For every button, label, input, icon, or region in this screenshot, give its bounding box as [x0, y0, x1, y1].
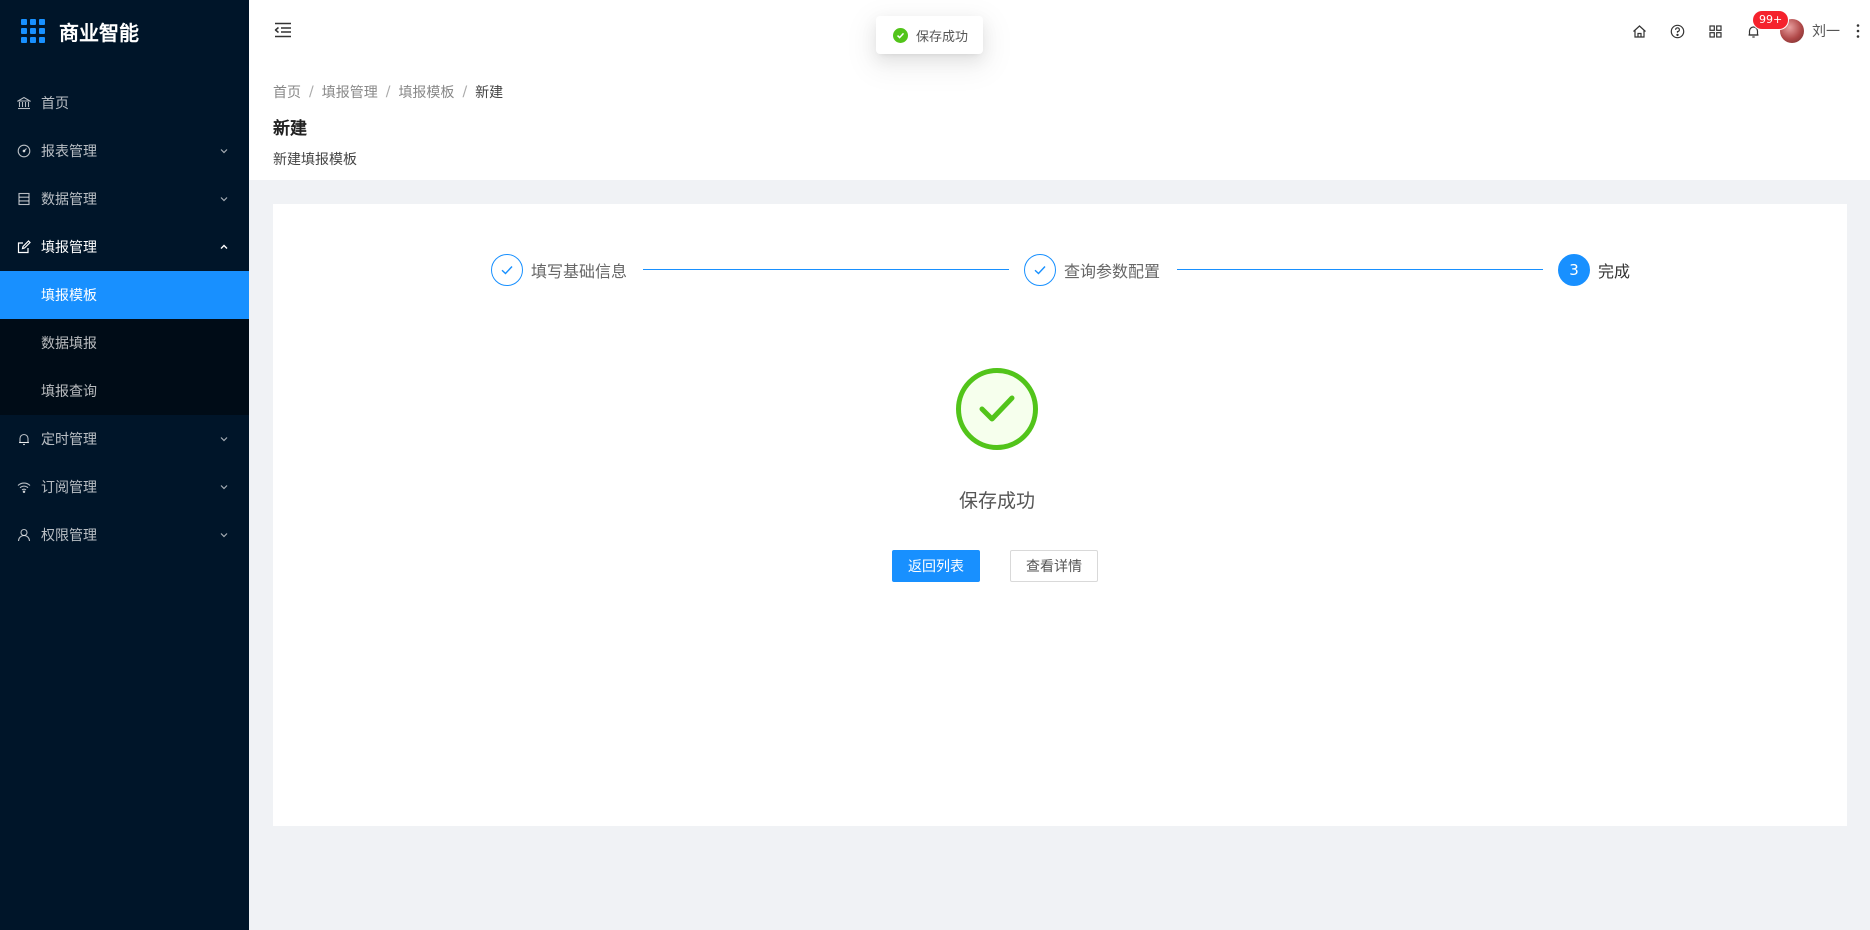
sidebar-item-label: 填报管理 [41, 240, 97, 256]
breadcrumb-separator: / [462, 84, 468, 100]
dashboard-icon [17, 144, 31, 158]
header-actions: 99+ 刘一 [1620, 0, 1870, 62]
sidebar-item-label: 填报模板 [41, 288, 97, 304]
notification-badge: 99+ [1753, 11, 1789, 29]
help-icon[interactable] [1658, 0, 1696, 62]
step-title: 查询参数配置 [1064, 262, 1161, 281]
view-details-button[interactable]: 查看详情 [1010, 550, 1098, 582]
form-edit-icon [17, 240, 31, 254]
chevron-up-icon [219, 242, 229, 252]
sidebar: 商业智能 首页 报表管理 数据管理 填报管理 填报模板 数据填报 填报查询 定时… [0, 0, 249, 930]
check-icon [491, 254, 523, 286]
breadcrumb-current: 新建 [475, 85, 504, 101]
user-icon [17, 528, 31, 542]
breadcrumb-item[interactable]: 填报管理 [322, 82, 378, 102]
logo[interactable]: 商业智能 [0, 0, 249, 62]
check-circle-icon [893, 27, 908, 43]
sidebar-item-fill-template[interactable]: 填报模板 [0, 271, 249, 319]
result-card: 填写基础信息 查询参数配置 3 完成 保存成功 返回列表 查看详情 [273, 204, 1847, 826]
wifi-icon [17, 480, 31, 494]
result-title: 保存成功 [958, 490, 1035, 512]
breadcrumb-item[interactable]: 首页 [273, 82, 301, 102]
breadcrumb: 首页 / 填报管理 / 填报模板 / 新建 [273, 82, 1870, 102]
sidebar-item-label: 数据管理 [41, 192, 97, 208]
step-3: 3 完成 [1558, 253, 1630, 287]
user-name: 刘一 [1812, 24, 1840, 40]
apps-icon[interactable] [1696, 0, 1734, 62]
step-number: 3 [1558, 254, 1590, 286]
database-icon [17, 192, 31, 206]
step-title: 完成 [1598, 262, 1631, 281]
toast-message: 保存成功 [916, 29, 969, 45]
home-icon[interactable] [1620, 0, 1658, 62]
sidebar-item-label: 数据填报 [41, 336, 97, 352]
top-header: 99+ 刘一 [249, 0, 1870, 62]
apps-logo-icon [21, 19, 45, 43]
page-header: 首页 / 填报管理 / 填报模板 / 新建 新建 新建填报模板 [249, 62, 1870, 180]
back-to-list-button[interactable]: 返回列表 [892, 550, 980, 582]
breadcrumb-separator: / [385, 84, 391, 100]
sidebar-item-fill-query[interactable]: 填报查询 [0, 367, 249, 415]
step-title: 填写基础信息 [531, 262, 628, 281]
app-title: 商业智能 [59, 20, 139, 45]
sidebar-item-data[interactable]: 数据管理 [0, 175, 249, 223]
sidebar-item-label: 报表管理 [41, 144, 97, 160]
chevron-down-icon [219, 482, 229, 492]
chevron-down-icon [219, 530, 229, 540]
page-description: 新建填报模板 [273, 152, 357, 168]
breadcrumb-item[interactable]: 填报模板 [398, 82, 454, 102]
success-toast: 保存成功 [876, 16, 984, 54]
user-menu[interactable]: 刘一 [1780, 19, 1840, 43]
bank-icon [17, 96, 31, 110]
menu-fold-icon[interactable] [274, 22, 292, 38]
page-title: 新建 [273, 119, 307, 139]
sidebar-item-label: 权限管理 [41, 528, 97, 544]
sidebar-item-subscribe[interactable]: 订阅管理 [0, 463, 249, 511]
sidebar-item-reports[interactable]: 报表管理 [0, 127, 249, 175]
sidebar-item-schedule[interactable]: 定时管理 [0, 415, 249, 463]
sidebar-item-label: 定时管理 [41, 432, 97, 448]
check-icon [1024, 254, 1056, 286]
sidebar-item-label: 订阅管理 [41, 480, 97, 496]
chevron-down-icon [219, 194, 229, 204]
chevron-down-icon [219, 434, 229, 444]
sidebar-item-home[interactable]: 首页 [0, 79, 249, 127]
sidebar-item-permission[interactable]: 权限管理 [0, 511, 249, 559]
step-2: 查询参数配置 [1024, 253, 1160, 287]
step-1: 填写基础信息 [491, 253, 627, 287]
success-check-icon [956, 368, 1038, 450]
bell-icon [17, 432, 31, 446]
sidebar-submenu-fill: 填报模板 数据填报 填报查询 [0, 271, 249, 415]
notification-bell-icon[interactable]: 99+ [1734, 0, 1789, 62]
more-vertical-icon[interactable] [1852, 23, 1864, 39]
sidebar-item-label: 填报查询 [41, 384, 97, 400]
steps: 填写基础信息 查询参数配置 3 完成 [491, 253, 1639, 287]
sidebar-item-fill[interactable]: 填报管理 [0, 223, 249, 271]
step-connector [1177, 269, 1543, 270]
sidebar-menu: 首页 报表管理 数据管理 填报管理 填报模板 数据填报 填报查询 定时管理 订阅… [0, 79, 249, 559]
step-connector [643, 269, 1009, 270]
sidebar-item-data-fill[interactable]: 数据填报 [0, 319, 249, 367]
sidebar-item-label: 首页 [41, 96, 69, 112]
breadcrumb-separator: / [309, 84, 314, 100]
chevron-down-icon [219, 146, 229, 156]
